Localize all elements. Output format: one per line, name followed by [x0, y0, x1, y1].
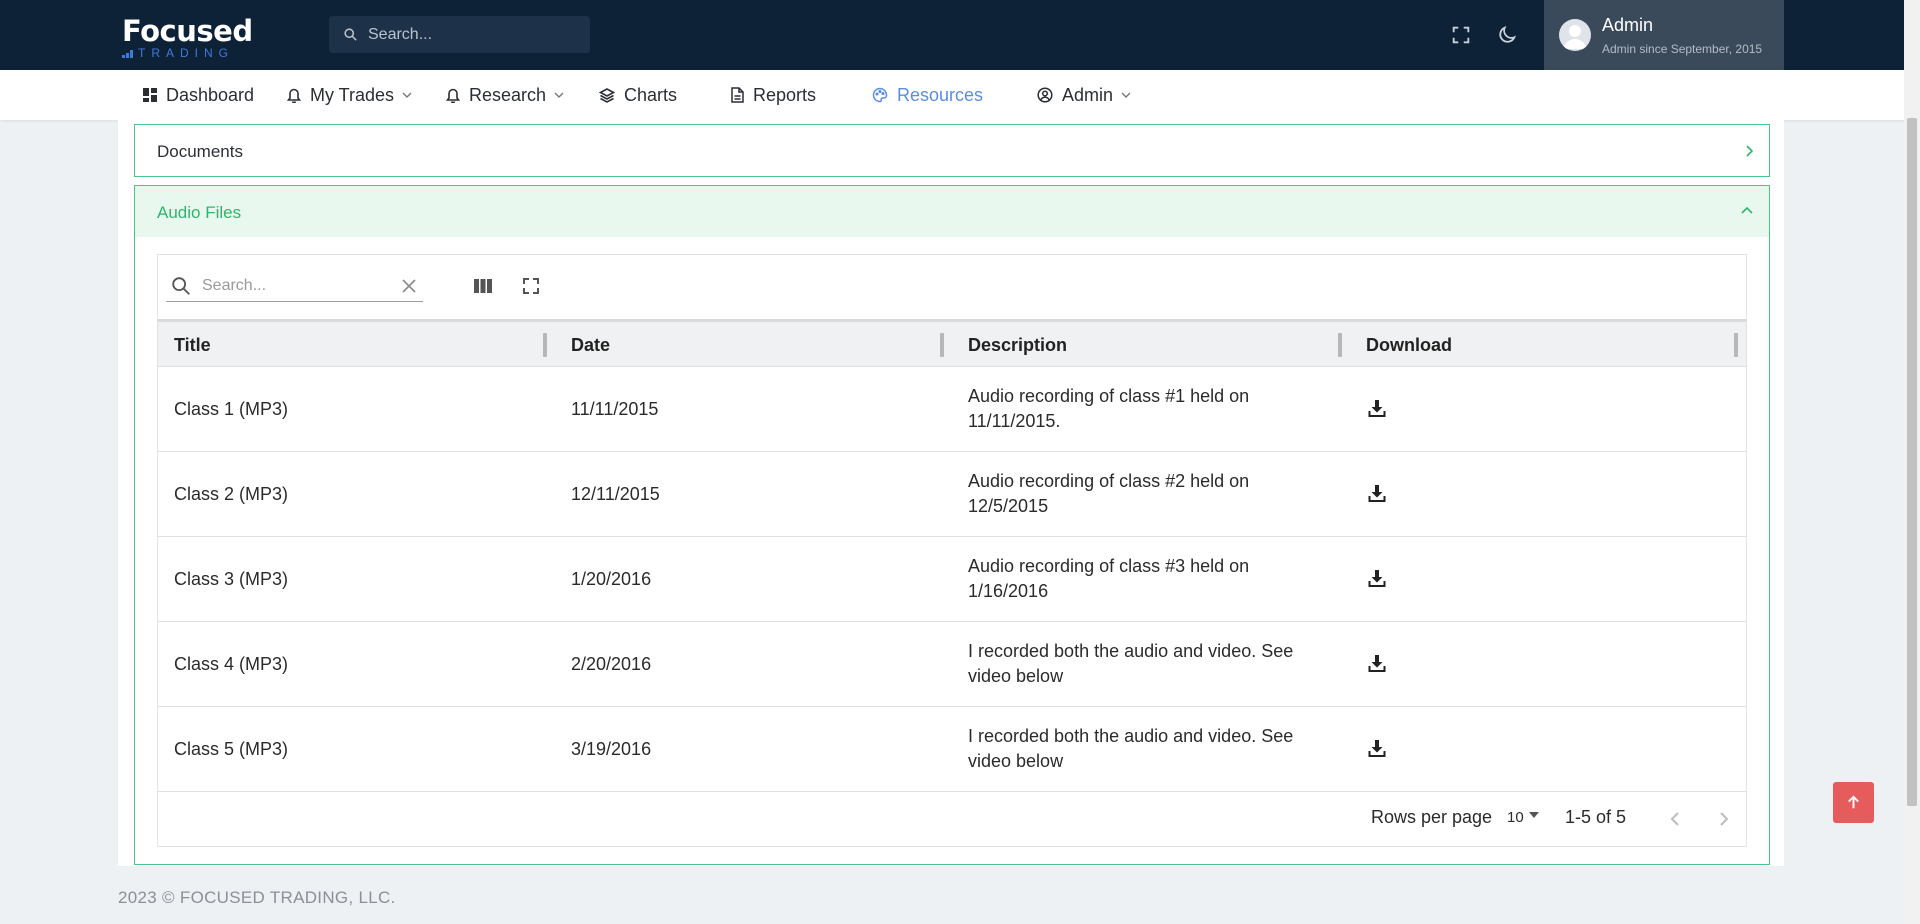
table-pagination: Rows per page 10 1-5 of 5: [158, 791, 1746, 847]
nav-item-charts[interactable]: Charts: [599, 70, 677, 120]
top-search-input[interactable]: Search...: [329, 16, 590, 53]
user-menu[interactable]: Admin Admin since September, 2015: [1544, 0, 1784, 70]
download-icon[interactable]: [1366, 738, 1388, 760]
layers-icon: [599, 88, 615, 103]
chevron-down-icon: [554, 92, 564, 98]
accordion-documents-title: Documents: [157, 142, 243, 161]
table-header: Title Date Description Download: [158, 319, 1746, 367]
cell-description: Audio recording of class #1 held on 11/1…: [968, 386, 1250, 431]
accordion-audio-files: Audio Files Search... Title Date Descrip…: [134, 185, 1770, 865]
logo-bars-icon: [122, 50, 136, 58]
download-icon[interactable]: [1366, 398, 1388, 420]
user-subtitle: Admin since September, 2015: [1602, 42, 1763, 56]
chevron-down-icon: [402, 92, 412, 98]
palette-icon: [872, 87, 888, 103]
fullscreen-icon[interactable]: [519, 274, 543, 298]
column-resize-handle[interactable]: [1734, 333, 1738, 357]
table-row: Class 5 (MP3) 3/19/2016 I recorded both …: [158, 707, 1746, 792]
page-scrollbar-thumb[interactable]: [1907, 118, 1917, 806]
chevron-right-icon: [1746, 145, 1753, 157]
download-icon[interactable]: [1366, 568, 1388, 590]
nav-label-reports: Reports: [753, 84, 817, 105]
table-row: Class 4 (MP3) 2/20/2016 I recorded both …: [158, 622, 1746, 707]
fullscreen-icon[interactable]: [1450, 24, 1472, 46]
document-icon: [731, 87, 744, 103]
search-icon: [172, 277, 190, 295]
chevron-up-icon: [1741, 206, 1753, 214]
user-name: Admin: [1602, 15, 1654, 35]
cell-description: I recorded both the audio and video. See…: [968, 726, 1294, 771]
main-nav: Dashboard My Trades Research Charts Repo…: [0, 70, 1920, 120]
cell-title: Class 1 (MP3): [174, 399, 289, 419]
table-row: Class 1 (MP3) 11/11/2015 Audio recording…: [158, 367, 1746, 452]
audio-table-card: Search... Title Date Description Downloa…: [157, 254, 1747, 847]
scroll-to-top-button[interactable]: [1833, 782, 1874, 823]
dashboard-icon: [143, 88, 157, 102]
cell-date: 3/19/2016: [571, 739, 652, 759]
column-header-title[interactable]: Title: [174, 335, 211, 356]
cell-description: Audio recording of class #3 held on 1/16…: [968, 556, 1250, 601]
rows-per-page-select[interactable]: 10: [1507, 809, 1524, 826]
top-search-placeholder: Search...: [368, 26, 433, 43]
rows-per-page-label: Rows per page: [1371, 807, 1493, 827]
top-bar: Focused TRADING Search... Admin Admin si…: [0, 0, 1920, 70]
footer-copyright: 2023 © FOCUSED TRADING, LLC.: [118, 888, 396, 907]
nav-item-resources[interactable]: Resources: [872, 70, 983, 120]
cell-title: Class 5 (MP3): [174, 739, 289, 759]
bell-icon: [287, 88, 301, 103]
user-circle-icon: [1037, 87, 1053, 103]
previous-page-icon[interactable]: [1663, 807, 1687, 831]
nav-item-my-trades[interactable]: My Trades: [287, 70, 412, 120]
download-icon[interactable]: [1366, 653, 1388, 675]
nav-item-reports[interactable]: Reports: [731, 70, 816, 120]
cell-date: 1/20/2016: [571, 569, 652, 589]
caret-down-icon[interactable]: [1529, 812, 1539, 818]
cell-description: Audio recording of class #2 held on 12/5…: [968, 471, 1250, 516]
column-resize-handle[interactable]: [940, 333, 944, 357]
cell-date: 12/11/2015: [571, 484, 660, 504]
search-icon: [344, 28, 357, 41]
logo-sub-text: TRADING: [138, 46, 234, 60]
cell-date: 2/20/2016: [571, 654, 652, 674]
accordion-audio-title: Audio Files: [157, 203, 242, 222]
table-search-input[interactable]: Search...: [166, 270, 423, 302]
nav-label-resources: Resources: [897, 84, 984, 105]
logo[interactable]: Focused TRADING: [122, 14, 262, 60]
close-icon[interactable]: [401, 278, 417, 294]
bell-icon: [446, 88, 460, 103]
cell-date: 11/11/2015: [571, 399, 659, 419]
nav-item-research[interactable]: Research: [446, 70, 564, 120]
nav-label-admin: Admin: [1062, 84, 1114, 105]
accordion-documents[interactable]: Documents: [134, 124, 1770, 177]
nav-label-dashboard: Dashboard: [166, 84, 255, 105]
arrow-up-icon: [1848, 795, 1859, 809]
page-info: 1-5 of 5: [1565, 807, 1627, 827]
nav-label-my-trades: My Trades: [310, 84, 395, 105]
cell-title: Class 4 (MP3): [174, 654, 289, 674]
table-row: Class 2 (MP3) 12/11/2015 Audio recording…: [158, 452, 1746, 537]
column-header-download[interactable]: Download: [1366, 335, 1452, 356]
nav-item-admin[interactable]: Admin: [1037, 70, 1131, 120]
moon-icon[interactable]: [1496, 24, 1518, 46]
column-resize-handle[interactable]: [543, 333, 547, 357]
table-search-placeholder: Search...: [202, 277, 267, 294]
nav-label-research: Research: [469, 84, 547, 105]
accordion-audio-header[interactable]: Audio Files: [135, 186, 1769, 237]
logo-main-text: Focused: [122, 14, 253, 48]
cell-title: Class 2 (MP3): [174, 484, 289, 504]
column-resize-handle[interactable]: [1338, 333, 1342, 357]
avatar: [1559, 19, 1591, 51]
column-header-description[interactable]: Description: [968, 335, 1067, 356]
columns-icon[interactable]: [471, 274, 495, 298]
next-page-icon[interactable]: [1712, 807, 1736, 831]
download-icon[interactable]: [1366, 483, 1388, 505]
table-row: Class 3 (MP3) 1/20/2016 Audio recording …: [158, 537, 1746, 622]
nav-label-charts: Charts: [624, 84, 678, 105]
cell-title: Class 3 (MP3): [174, 569, 289, 589]
column-header-date[interactable]: Date: [571, 335, 610, 356]
nav-item-dashboard[interactable]: Dashboard: [143, 70, 254, 120]
chevron-down-icon: [1121, 92, 1131, 98]
cell-description: I recorded both the audio and video. See…: [968, 641, 1294, 686]
